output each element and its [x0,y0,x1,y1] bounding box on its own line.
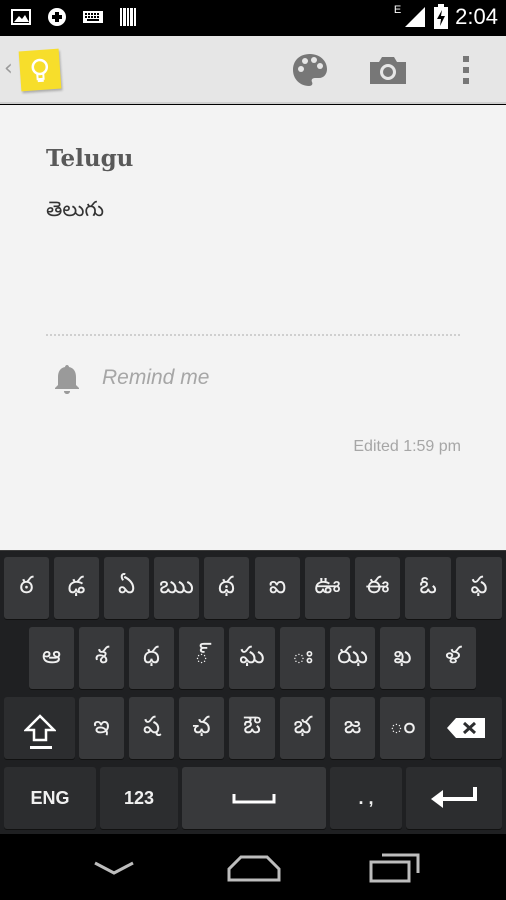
backspace-icon [447,718,485,738]
home-button[interactable] [224,850,284,886]
keyboard-icon [83,11,103,23]
camera-icon [370,57,406,84]
key[interactable]: ఓ [405,557,451,619]
backspace-key[interactable] [430,697,502,759]
hide-keyboard-icon [94,861,134,875]
edited-timestamp: Edited 1:59 pm [353,438,461,455]
key[interactable]: ఫ [456,557,502,619]
shift-key[interactable] [4,697,75,759]
key[interactable]: ఛ [179,697,224,759]
status-bar: E 2:04 [0,0,506,36]
key[interactable]: ధ [129,627,174,689]
remind-me-button[interactable]: Remind me [102,366,209,390]
key[interactable]: ్ [179,627,224,689]
key[interactable]: ఔ [229,697,275,759]
shift-icon [23,714,56,742]
action-bar: ‹ [0,36,506,104]
key[interactable]: ళ [430,627,476,689]
note-title-field[interactable]: Telugu [46,145,133,172]
key[interactable]: ష [129,697,174,759]
barcode-icon [120,8,136,26]
note-body-field[interactable]: తెలుగు [46,197,104,227]
palette-button[interactable] [288,50,332,90]
key[interactable]: ః [280,627,325,689]
punctuation-key-label: . , [358,787,374,808]
key[interactable]: ఇ [79,697,124,759]
key[interactable]: భ [280,697,325,759]
numbers-key[interactable]: 123 [100,767,178,829]
back-button[interactable] [84,850,144,886]
key[interactable]: ఋ [154,557,199,619]
shift-lock-indicator [30,746,52,749]
clock: 2:04 [455,4,498,29]
overflow-menu-button[interactable] [444,50,488,90]
key[interactable]: ఈ [355,557,400,619]
status-icons: E 2:04 [394,4,498,30]
enter-key[interactable] [406,767,502,829]
notification-icons [10,7,140,27]
key[interactable]: ఝ [330,627,375,689]
key[interactable]: ం [380,697,425,759]
bell-icon[interactable] [54,363,80,395]
network-type: E [393,4,402,16]
back-chevron-icon[interactable]: ‹ [4,56,13,81]
signal-icon [405,7,426,27]
soft-keyboard: ఠ ఢ ఏ ఋ థ ఐ ఊ ఈ ఓ ఫ ఆ శ ధ ్ ఘ ః ఝ ఖ ళ ఇ … [0,550,506,834]
key[interactable]: ఢ [54,557,99,619]
note-divider [46,334,460,336]
key[interactable]: జ [330,697,375,759]
camera-button[interactable] [366,50,410,90]
key[interactable]: ఏ [104,557,149,619]
overflow-menu-icon [463,56,469,84]
language-key-label: ENG [30,787,70,808]
recent-apps-button[interactable] [364,850,424,886]
key[interactable]: ఆ [29,627,74,689]
punctuation-key[interactable]: . , [330,767,402,829]
key[interactable]: శ [79,627,124,689]
enter-icon [431,787,477,808]
key[interactable]: ఘ [229,627,275,689]
home-icon [227,855,281,882]
note-editor: Telugu తెలుగు Remind me Edited 1:59 pm [0,105,506,550]
key[interactable]: థ [204,557,249,619]
key[interactable]: ఠ [4,557,49,619]
navigation-bar [0,834,506,900]
image-notification-icon [11,9,31,25]
gamepad-icon [48,8,66,26]
language-key[interactable]: ENG [4,767,96,829]
keep-logo-icon[interactable] [18,48,62,92]
key[interactable]: ఐ [255,557,300,619]
key[interactable]: ఊ [305,557,350,619]
space-key[interactable] [182,767,326,829]
space-icon [232,794,276,804]
battery-charging-icon [434,4,449,29]
key[interactable]: ఖ [380,627,425,689]
recent-apps-icon [369,853,420,883]
palette-icon [293,54,327,86]
numbers-key-label: 123 [123,787,155,808]
